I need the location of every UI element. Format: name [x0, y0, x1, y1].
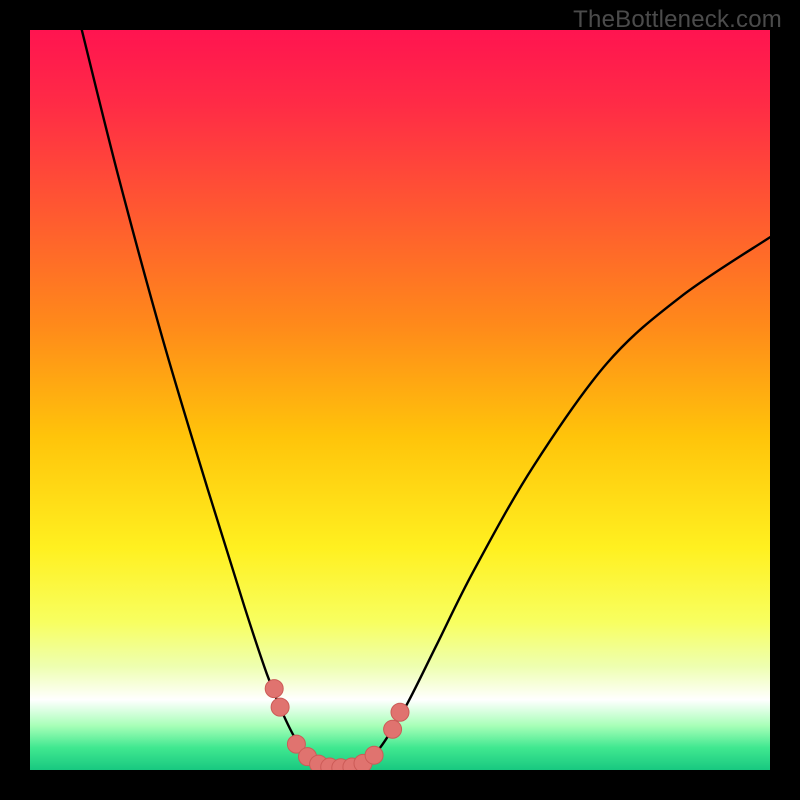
bottleneck-curve	[82, 30, 770, 768]
data-marker	[365, 746, 383, 764]
plot-area	[30, 30, 770, 770]
data-marker	[265, 680, 283, 698]
data-marker	[384, 720, 402, 738]
chart-frame: TheBottleneck.com	[0, 0, 800, 800]
chart-curve-layer	[30, 30, 770, 770]
watermark-text: TheBottleneck.com	[573, 6, 782, 34]
data-marker	[271, 698, 289, 716]
data-marker	[391, 703, 409, 721]
